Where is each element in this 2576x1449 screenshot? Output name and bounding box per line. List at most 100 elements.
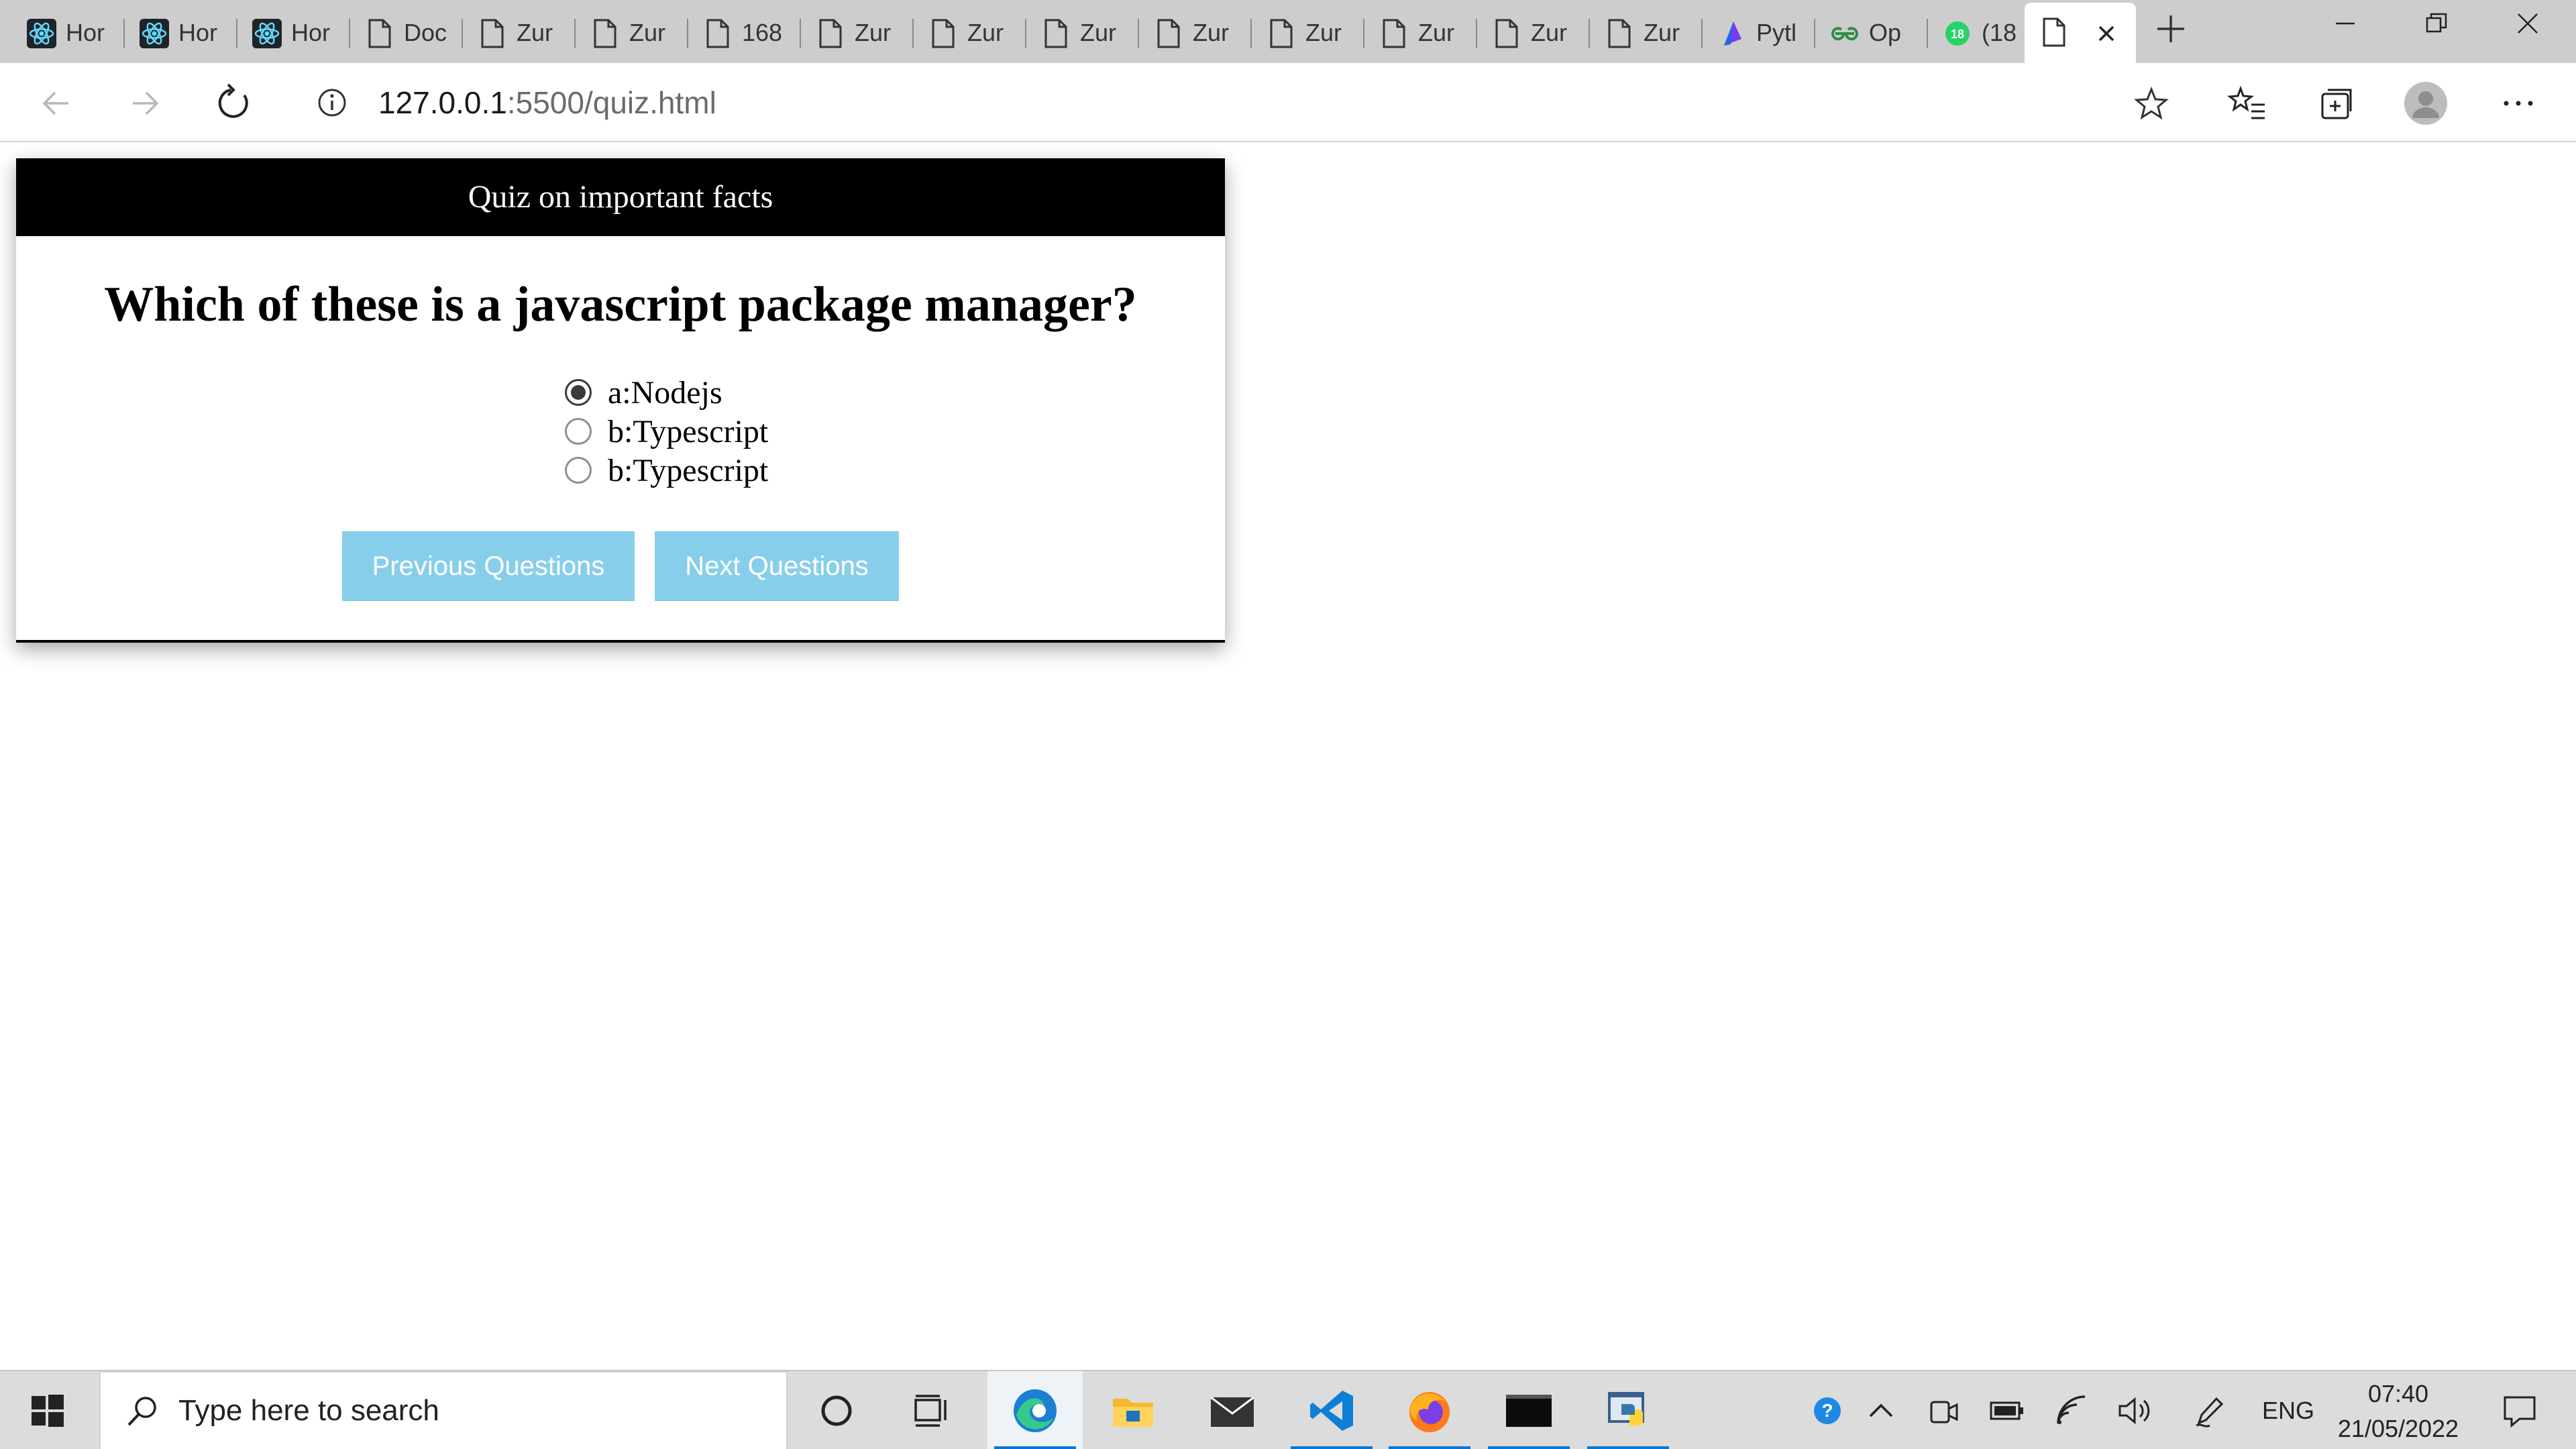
browser-tab[interactable]: Zur	[1364, 7, 1477, 59]
tab-label: Zur	[629, 19, 665, 46]
quiz-card: Quiz on important facts Which of these i…	[16, 158, 1225, 643]
terminal-icon[interactable]	[1481, 1371, 1576, 1449]
favorites-icon[interactable]	[2222, 78, 2273, 129]
browser-tab[interactable]: Zur	[1477, 7, 1590, 59]
browser-tab[interactable]: Zur	[1026, 7, 1139, 59]
tab-label: Zur	[1418, 19, 1454, 46]
collections-icon[interactable]	[2312, 78, 2363, 129]
show-hidden-icons-chevron-up-icon[interactable]	[1854, 1371, 1908, 1449]
profile-avatar[interactable]	[2400, 78, 2451, 129]
firefox-icon[interactable]	[1382, 1371, 1477, 1449]
restore-button[interactable]	[2391, 0, 2482, 47]
file-explorer-icon[interactable]	[1085, 1371, 1181, 1449]
pen-ink-icon[interactable]	[2183, 1371, 2237, 1449]
browser-tab[interactable]: Zur	[914, 7, 1026, 59]
cortana-icon[interactable]	[789, 1371, 884, 1449]
tab-label: Pytl	[1756, 19, 1797, 46]
tab-label: Zur	[517, 19, 553, 46]
battery-icon[interactable]	[1980, 1371, 2034, 1449]
page-icon	[1154, 19, 1183, 48]
page-icon	[478, 19, 507, 48]
language-indicator[interactable]: ENG	[2262, 1371, 2314, 1449]
tab-label: Doc	[404, 19, 447, 46]
answer-label-c: b:Typescript	[608, 452, 769, 488]
browser-tab-strip: Hor Hor Hor Doc Zur Zur 168 Zur Zur Zur …	[0, 0, 2576, 63]
browser-tab[interactable]: Zur	[576, 7, 688, 59]
tab-label: Zur	[1644, 19, 1680, 46]
volume-icon[interactable]	[2108, 1371, 2161, 1449]
search-placeholder: Type here to search	[178, 1394, 439, 1427]
close-tab-icon[interactable]	[2092, 20, 2121, 50]
tab-label: Zur	[855, 19, 891, 46]
windows-logo-icon	[32, 1395, 64, 1427]
answer-option-a[interactable]: a:Nodejs	[565, 373, 768, 412]
action-center-notification-icon[interactable]	[2482, 1371, 2557, 1449]
taskbar-clock[interactable]: 07:40 21/05/2022	[2321, 1377, 2475, 1446]
address-bar[interactable]: 127.0.0.1:5500/quiz.html	[290, 74, 2190, 131]
clock-date: 21/05/2022	[2337, 1415, 2459, 1442]
close-window-button[interactable]	[2482, 0, 2573, 47]
edge-icon[interactable]	[987, 1371, 1083, 1449]
browser-tab[interactable]: Op	[1815, 7, 1928, 59]
browser-tab[interactable]: Zur	[463, 7, 576, 59]
help-icon[interactable]: ?	[1801, 1371, 1854, 1449]
vscode-icon[interactable]	[1284, 1371, 1379, 1449]
browser-tab[interactable]: Zur	[801, 7, 914, 59]
site-info-icon[interactable]	[317, 87, 347, 121]
favorite-star-icon[interactable]	[2133, 86, 2169, 125]
browser-tab[interactable]: Zur	[1139, 7, 1252, 59]
mail-icon[interactable]	[1185, 1371, 1280, 1449]
browser-tab[interactable]: Doc	[350, 7, 463, 59]
next-questions-button[interactable]: Next Questions	[655, 531, 899, 601]
tab-label: Zur	[1305, 19, 1342, 46]
minimize-button[interactable]	[2300, 0, 2391, 47]
wifi-icon[interactable]	[2046, 1371, 2100, 1449]
browser-tab[interactable]: Zur	[1252, 7, 1364, 59]
page-icon	[816, 19, 845, 48]
browser-tab-active[interactable]	[2025, 3, 2136, 63]
start-button[interactable]	[0, 1371, 95, 1449]
page-icon	[1267, 19, 1296, 48]
new-tab-button[interactable]	[2151, 12, 2191, 52]
answer-option-b[interactable]: b:Typescript	[565, 412, 768, 451]
tab-label: Hor	[291, 19, 331, 46]
tab-label: 168	[742, 19, 783, 46]
tab-label: Zur	[1531, 19, 1567, 46]
windows-taskbar: Type here to search ? ENG 07:40 21/05/20…	[0, 1370, 2576, 1449]
settings-more-icon[interactable]	[2493, 78, 2544, 129]
browser-toolbar: 127.0.0.1:5500/quiz.html	[0, 63, 2576, 142]
taskbar-search-box[interactable]: Type here to search	[99, 1371, 788, 1449]
answer-option-c[interactable]: b:Typescript	[565, 451, 768, 490]
tab-label: Zur	[967, 19, 1004, 46]
meet-now-icon[interactable]	[1917, 1371, 1971, 1449]
previous-questions-button[interactable]: Previous Questions	[342, 531, 635, 601]
tab-label: Op	[1869, 19, 1902, 46]
browser-tab[interactable]: 168	[688, 7, 801, 59]
quiz-question: Which of these is a javascript package m…	[104, 277, 1137, 332]
browser-tab[interactable]: Zur	[1590, 7, 1703, 59]
browser-tab[interactable]: Hor	[125, 7, 237, 59]
browser-tab[interactable]: Pytl	[1703, 7, 1815, 59]
page-icon	[703, 19, 733, 48]
react-icon	[252, 19, 282, 48]
browser-tab[interactable]: Hor	[237, 7, 350, 59]
answer-radio-c[interactable]	[565, 457, 592, 484]
whatsapp-icon: 18	[1943, 19, 1972, 48]
quiz-header: Quiz on important facts	[16, 158, 1225, 236]
tab-label: Hor	[66, 19, 105, 46]
browser-tab[interactable]: 18 (18	[1928, 7, 2025, 59]
python-idle-icon[interactable]	[1580, 1371, 1676, 1449]
tab-label: Hor	[178, 19, 218, 46]
refresh-button[interactable]	[208, 78, 259, 129]
forward-button[interactable]	[119, 78, 170, 129]
tab-label: Zur	[1080, 19, 1116, 46]
back-button[interactable]	[31, 78, 82, 129]
clock-time: 07:40	[2367, 1380, 2429, 1407]
task-view-icon[interactable]	[884, 1371, 979, 1449]
answer-radio-a[interactable]	[565, 379, 592, 406]
url-text[interactable]: 127.0.0.1:5500/quiz.html	[378, 74, 716, 131]
answer-label-b: b:Typescript	[608, 413, 769, 449]
browser-tab[interactable]: Hor	[12, 7, 125, 59]
geeksforgeeks-icon	[1830, 19, 1860, 48]
answer-radio-b[interactable]	[565, 418, 592, 445]
